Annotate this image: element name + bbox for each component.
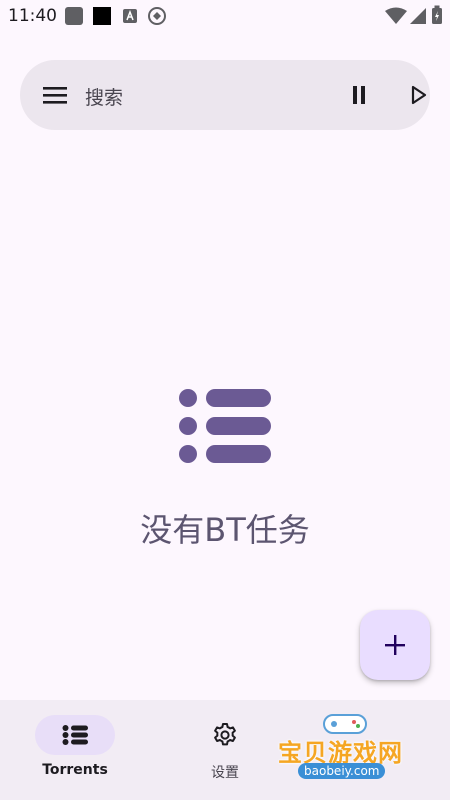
list-icon [62, 725, 88, 745]
menu-icon[interactable] [42, 83, 68, 107]
nav-item-torrents[interactable]: Torrents [0, 700, 150, 800]
add-torrent-button[interactable] [360, 610, 430, 680]
notification-square-black-icon [93, 7, 111, 25]
search-bar[interactable]: 搜索 [20, 60, 430, 130]
nav-active-indicator[interactable] [35, 715, 115, 755]
wifi-icon [385, 7, 407, 24]
status-bar: 11:40 [0, 0, 450, 32]
list-icon [179, 389, 271, 463]
gear-icon[interactable] [212, 722, 238, 748]
pause-icon[interactable] [346, 82, 372, 108]
search-label[interactable]: 搜索 [85, 83, 123, 110]
empty-state-message: 没有BT任务 [140, 511, 310, 549]
a-icon [123, 9, 137, 23]
status-time: 11:40 [8, 6, 57, 26]
notification-square-icon [65, 7, 83, 25]
watermark-url: baobeiy.com [298, 763, 386, 779]
play-icon[interactable] [406, 82, 432, 108]
signal-icon [410, 8, 426, 24]
plus-icon [385, 635, 405, 655]
watermark-logo: 宝贝游戏网 baobeiy.com [270, 705, 420, 795]
battery-icon [432, 5, 442, 24]
nav-label-torrents[interactable]: Torrents [0, 762, 150, 778]
sync-icon [148, 7, 166, 25]
